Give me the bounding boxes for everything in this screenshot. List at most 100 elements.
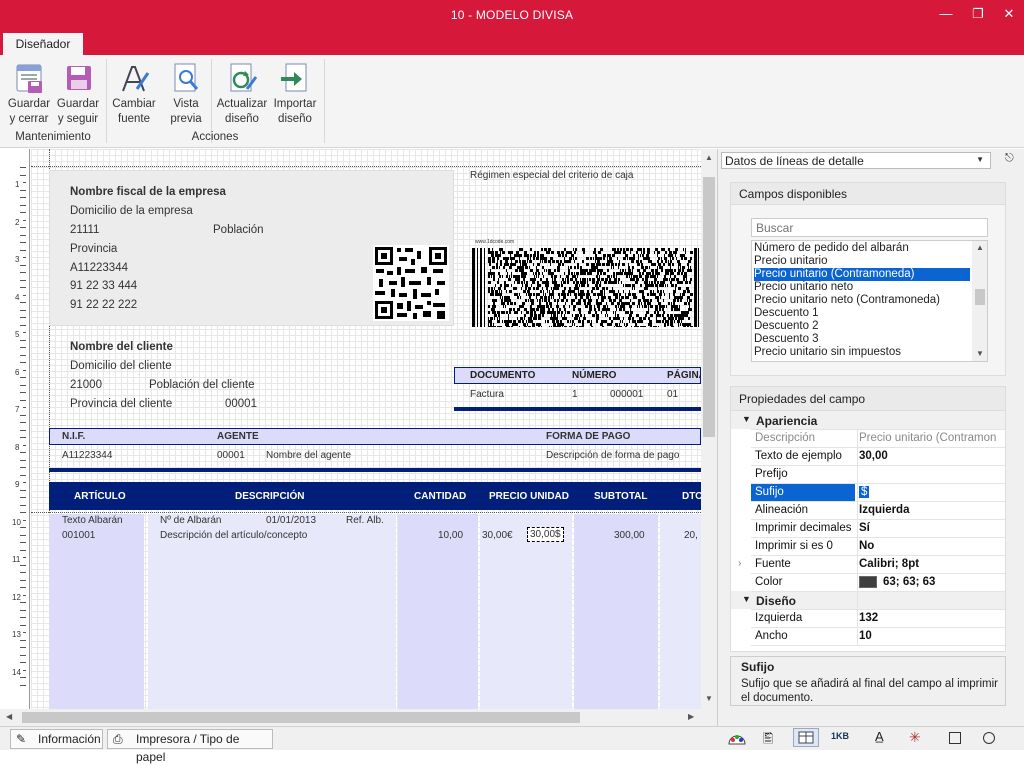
col-subtotal[interactable]: SUBTOTAL (594, 491, 648, 502)
palette-icon[interactable] (727, 730, 747, 746)
vertical-scroll-thumb[interactable] (703, 177, 715, 437)
field-list-item[interactable]: Descuento 3 (754, 333, 970, 346)
save-continue-button[interactable]: Guardar y seguir (55, 61, 101, 127)
agent-name[interactable]: Nombre del agente (266, 450, 351, 461)
property-value[interactable]: Calibri; 8pt (859, 555, 996, 573)
report-designer[interactable]: 1 2 3 4 5 6 7 8 9 10 11 12 13 14 Nombre fiscal de la … (0, 149, 717, 726)
regime-text[interactable]: Régimen especial del criterio de caja (470, 170, 633, 181)
property-row[interactable]: Descripción Precio unitario (Contramoneda… (751, 429, 996, 447)
property-row[interactable]: Alineación Izquierda (751, 501, 996, 519)
docinfo-series[interactable]: 1 (572, 389, 578, 400)
property-value[interactable]: Sí (859, 519, 996, 537)
save-close-button[interactable]: Guardar y cerrar (6, 61, 52, 127)
line-delivery-label[interactable]: Nº de Albarán (160, 515, 221, 526)
agent-nif[interactable]: A11223344 (62, 450, 112, 461)
list-scroll-thumb[interactable] (975, 289, 985, 305)
property-value[interactable]: Izquierda (859, 501, 996, 519)
column-unit-price[interactable] (480, 514, 572, 709)
docinfo-h-number[interactable]: NÚMERO (572, 370, 616, 381)
column-discount[interactable] (660, 514, 701, 709)
property-value[interactable]: 63; 63; 63 (859, 573, 996, 591)
agent-h-nif[interactable]: N.I.F. (62, 431, 85, 442)
docinfo-number[interactable]: 000001 (610, 389, 643, 400)
client-code[interactable]: 00001 (225, 398, 257, 410)
col-description[interactable]: DESCRIPCIÓN (235, 491, 304, 502)
property-row[interactable]: Prefijo (751, 465, 996, 483)
rectangle-icon[interactable] (949, 732, 961, 744)
field-list-item[interactable]: Descuento 2 (754, 320, 970, 333)
property-row[interactable]: Izquierda 132 (751, 609, 996, 627)
pdf417-barcode[interactable] (472, 248, 701, 329)
line-ref-label[interactable]: Ref. Alb. (346, 515, 384, 526)
line-discount[interactable]: 20, (684, 530, 698, 541)
docinfo-type[interactable]: Factura (470, 389, 504, 400)
field-list-item[interactable]: Precio unitario neto (Contramoneda) (754, 294, 970, 307)
field-list-item[interactable]: Descuento 1 (754, 307, 970, 320)
scroll-right-icon[interactable]: ▶ (688, 712, 694, 721)
docinfo-h-page[interactable]: PÁGINA (667, 370, 701, 381)
payment-description[interactable]: Descripción de forma de pago (546, 450, 679, 461)
field-list-item[interactable]: Precio unitario (Contramoneda) (754, 268, 970, 281)
chevron-down-icon[interactable]: ▼ (976, 155, 984, 164)
company-postal-code[interactable]: 21111 (70, 224, 99, 236)
text-icon[interactable]: A̲ (875, 729, 884, 744)
property-row[interactable]: Texto de ejemplo 30,00 (751, 447, 996, 465)
column-article[interactable] (49, 514, 144, 709)
line-price-counter-currency-selected[interactable]: 30,00$ (527, 527, 564, 542)
barcode-icon[interactable]: 1KB (831, 731, 849, 741)
property-value[interactable]: $ (859, 483, 996, 501)
company-phone2[interactable]: 91 22 22 222 (70, 299, 137, 311)
line-icon[interactable]: ✳ (909, 729, 921, 746)
section-dropdown[interactable]: Datos de líneas de detalle ▼ (721, 152, 991, 169)
company-phone1[interactable]: 91 22 33 444 (70, 280, 137, 292)
image-field-icon[interactable]: 🖺 (763, 730, 773, 752)
preview-button[interactable]: Vista previa (164, 61, 208, 127)
client-city[interactable]: Población del cliente (149, 379, 255, 391)
company-province[interactable]: Provincia (70, 243, 117, 255)
collapse-icon[interactable]: ▼ (742, 594, 751, 604)
client-postal-code[interactable]: 21000 (70, 379, 102, 391)
field-list-item[interactable]: Número de pedido del albarán (754, 242, 970, 255)
property-value[interactable]: No (859, 537, 996, 555)
field-list-item[interactable]: Precio unitario neto (754, 281, 970, 294)
client-address[interactable]: Domicilio del cliente (70, 360, 172, 372)
ellipse-icon[interactable] (983, 732, 995, 744)
change-font-button[interactable]: Cambiar fuente (110, 61, 158, 127)
scroll-up-icon[interactable]: ▲ (976, 243, 984, 252)
column-quantity[interactable] (398, 514, 478, 709)
property-row[interactable]: Imprimir si es 0 No (751, 537, 996, 555)
scroll-down-icon[interactable]: ▼ (976, 349, 984, 358)
scroll-down-icon[interactable]: ▼ (705, 694, 713, 703)
table-field-icon[interactable] (793, 728, 819, 747)
expand-icon[interactable]: › (738, 555, 741, 573)
close-icon[interactable]: ✕ (995, 4, 1023, 24)
property-row[interactable]: › Fuente Calibri; 8pt (738, 555, 996, 573)
line-subtotal[interactable]: 300,00 (614, 530, 645, 541)
company-tax-id[interactable]: A11223344 (70, 262, 128, 274)
client-name[interactable]: Nombre del cliente (70, 341, 173, 353)
minimize-icon[interactable]: — (932, 4, 960, 24)
design-canvas[interactable]: Nombre fiscal de la empresa Domicilio de… (31, 149, 701, 709)
qr-code[interactable] (373, 245, 449, 324)
line-price[interactable]: 30,00€ (482, 530, 513, 541)
line-article-code[interactable]: 001001 (62, 530, 95, 541)
update-design-button[interactable]: Actualizar diseño (214, 61, 270, 127)
printer-tab[interactable]: ⎙ Impresora / Tipo de papel (107, 729, 273, 764)
property-value[interactable]: 10 (859, 627, 996, 645)
property-value[interactable]: 30,00 (859, 447, 996, 465)
horizontal-scroll-thumb[interactable] (22, 712, 580, 723)
column-description[interactable] (148, 514, 396, 709)
client-province[interactable]: Provincia del cliente (70, 398, 172, 410)
property-value[interactable]: Precio unitario (Contramoneda) (859, 429, 996, 447)
list-scrollbar[interactable]: ▲ ▼ (972, 241, 987, 361)
maximize-icon[interactable]: ❐ (964, 4, 992, 24)
property-value[interactable]: 132 (859, 609, 996, 627)
col-unit-price[interactable]: PRECIO UNIDAD (489, 491, 569, 502)
column-subtotal[interactable] (574, 514, 658, 709)
line-delivery-date[interactable]: 01/01/2013 (266, 515, 316, 526)
property-row[interactable]: Imprimir decimales Sí (751, 519, 996, 537)
scroll-up-icon[interactable]: ▲ (705, 153, 713, 162)
scroll-left-icon[interactable]: ◀ (6, 712, 12, 721)
field-list-item[interactable]: Precio unitario (754, 255, 970, 268)
tab-disenador[interactable]: Diseñador (3, 33, 83, 55)
